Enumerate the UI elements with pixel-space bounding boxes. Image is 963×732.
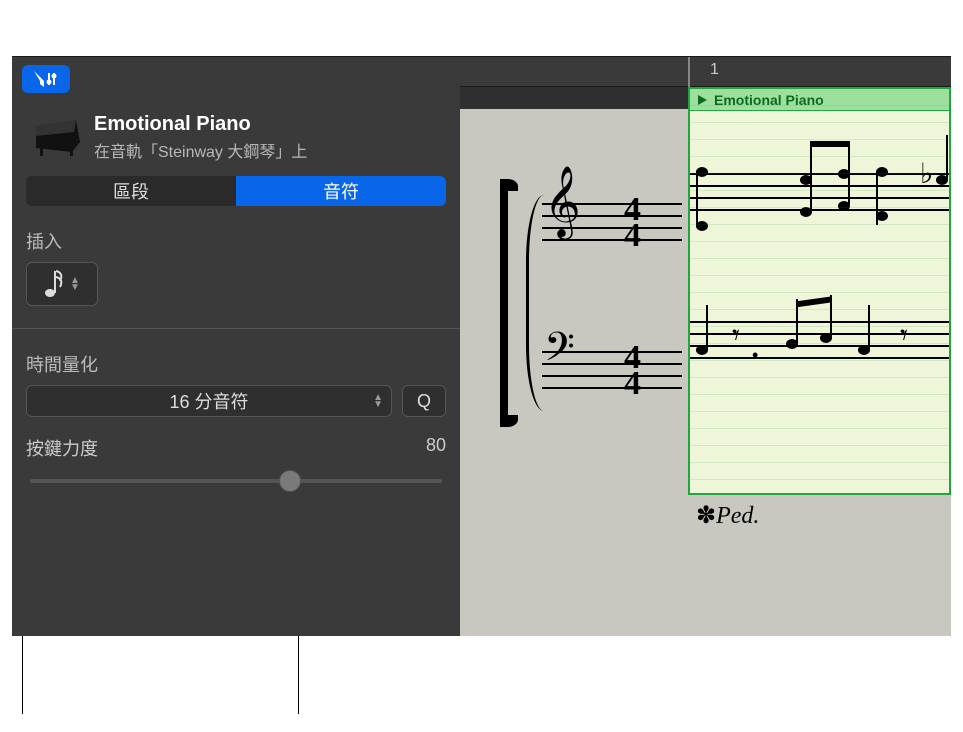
track-title: Emotional Piano xyxy=(94,113,307,136)
time-quantize-popup[interactable]: 16 分音符 ▲▼ xyxy=(26,385,392,417)
quantize-value: 16 分音符 xyxy=(169,388,248,414)
bass-clef-icon: 𝄢 xyxy=(544,325,575,381)
app-frame: Emotional Piano 在音軌「Steinway 大鋼琴」上 區段 音符… xyxy=(12,56,951,636)
inspector-tabs: 區段 音符 xyxy=(26,176,446,206)
ruler-dark-strip xyxy=(460,87,688,109)
tab-notes[interactable]: 音符 xyxy=(236,176,446,206)
timesig-bottom-bass: 4 xyxy=(624,371,641,397)
grand-staff-prefix: 𝄞 𝄢 4 4 4 4 xyxy=(482,175,682,435)
velocity-label: 按鍵力度 xyxy=(26,435,98,461)
velocity-value: 80 xyxy=(426,435,446,461)
region-name: Emotional Piano xyxy=(714,92,824,108)
midi-region[interactable]: Emotional Piano xyxy=(688,87,951,495)
quantize-label: 時間量化 xyxy=(26,351,446,377)
piano-icon xyxy=(30,118,82,158)
track-header: Emotional Piano 在音軌「Steinway 大鋼琴」上 xyxy=(26,113,446,162)
ruler-tick xyxy=(688,57,690,87)
timesig-bottom: 4 xyxy=(624,223,641,249)
insert-label: 插入 xyxy=(26,228,446,254)
ruler-bar-number: 1 xyxy=(710,61,719,79)
ruler[interactable]: 1 xyxy=(460,57,951,87)
notation-content: ♭ 𝄾 • 𝄾 xyxy=(690,111,949,493)
filter-icon xyxy=(33,70,59,88)
insert-note-value-popup[interactable]: ▲▼ xyxy=(26,262,98,306)
velocity-slider[interactable] xyxy=(30,479,442,483)
region-header[interactable]: Emotional Piano xyxy=(690,89,949,111)
divider xyxy=(12,328,460,329)
tab-region[interactable]: 區段 xyxy=(26,176,236,206)
quantize-button[interactable]: Q xyxy=(402,385,446,417)
track-subtitle: 在音軌「Steinway 大鋼琴」上 xyxy=(94,138,307,162)
score-editor[interactable]: 1 𝄞 𝄢 4 4 4 4 Emotional Piano xyxy=(460,57,951,636)
pedal-mark: ✽Ped. xyxy=(696,501,759,530)
catch-filter-button[interactable] xyxy=(22,65,70,93)
inspector-panel: Emotional Piano 在音軌「Steinway 大鋼琴」上 區段 音符… xyxy=(12,57,460,636)
sixteenth-note-icon xyxy=(44,269,64,299)
treble-clef-icon: 𝄞 xyxy=(544,167,581,238)
slider-thumb[interactable] xyxy=(279,470,301,492)
popup-arrows-icon: ▲▼ xyxy=(373,394,383,408)
popup-arrows-icon: ▲▼ xyxy=(70,277,80,291)
play-icon xyxy=(696,94,708,106)
